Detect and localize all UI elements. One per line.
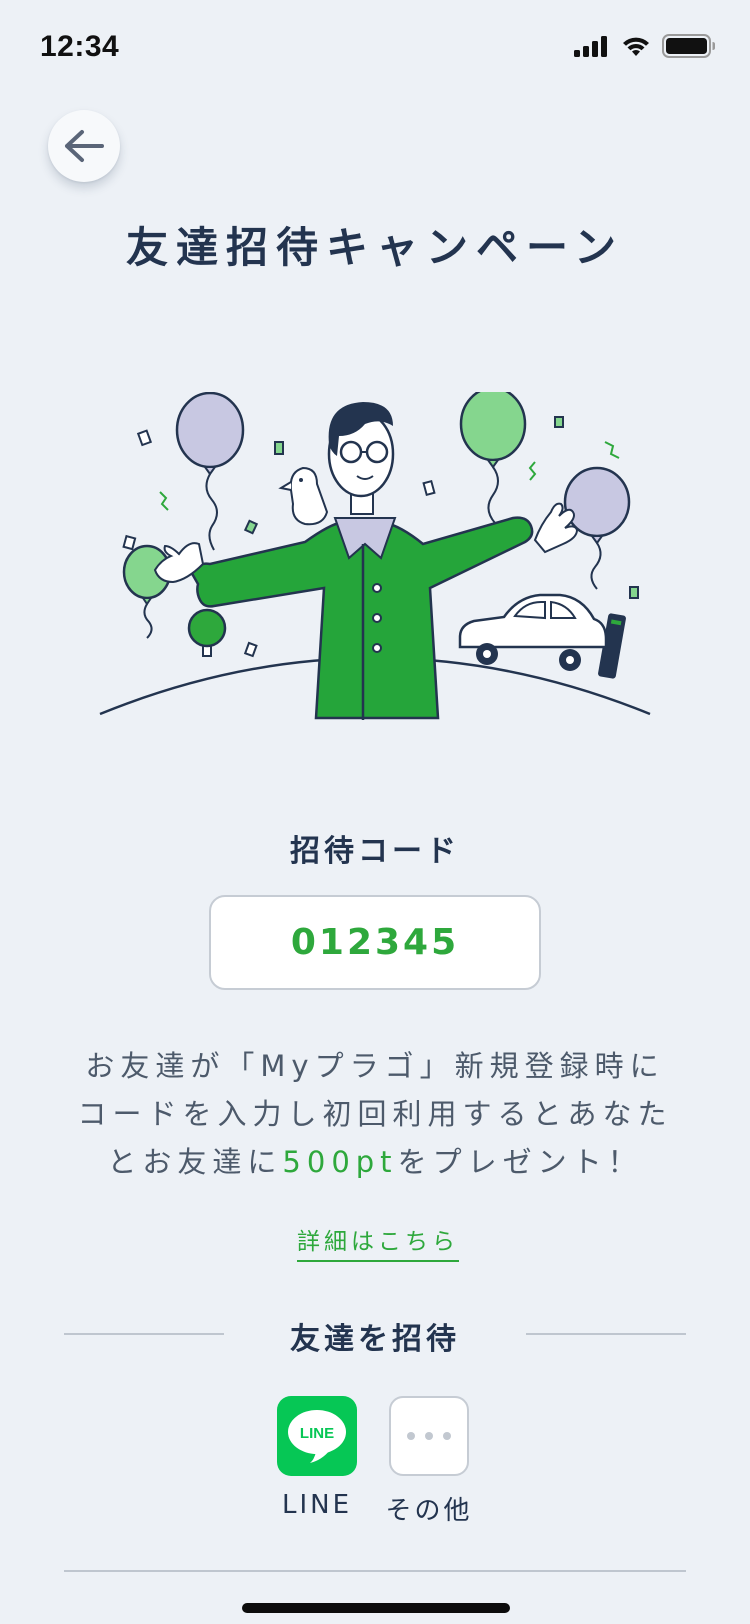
line-logo-icon: LINE [288, 1410, 346, 1463]
reward-points: 500pt [282, 1145, 398, 1179]
share-line-button[interactable]: LINE LINE [277, 1396, 357, 1527]
campaign-illustration [99, 392, 651, 720]
bottom-divider [64, 1570, 686, 1572]
invite-code-label: 招待コード [290, 834, 460, 869]
description-line-3-pre: とお友達に [107, 1145, 283, 1179]
page-title: 友達招待キャンペーン [126, 223, 624, 272]
invite-code-box[interactable]: 012345 [209, 895, 541, 990]
line-logo-text: LINE [300, 1425, 334, 1442]
status-time: 12:34 [40, 30, 120, 63]
wifi-icon [623, 37, 649, 56]
invite-code-value: 012345 [290, 922, 460, 963]
share-line-label: LINE [281, 1490, 353, 1520]
status-bar: 12:34 [0, 0, 750, 96]
heading-divider-right [526, 1333, 686, 1335]
back-button[interactable] [48, 110, 120, 182]
more-dots-icon [407, 1432, 451, 1440]
description-line-2: コードを入力し初回利用するとあなた [77, 1097, 673, 1131]
description-line-3-post: をプレゼント！ [397, 1145, 643, 1179]
arrow-left-icon [65, 130, 104, 162]
campaign-description: お友達が「Myプラゴ」新規登録時に コードを入力し初回利用するとあなた とお友達… [60, 1042, 690, 1186]
description-line-3: とお友達に500ptをプレゼント！ [60, 1138, 690, 1186]
share-options: LINE LINE その他 [277, 1396, 470, 1527]
details-link[interactable]: 詳細はこちら [297, 1222, 459, 1262]
description-line-1: お友達が「Myプラゴ」新規登録時に [85, 1049, 665, 1083]
status-icons [574, 34, 716, 58]
share-other-button[interactable]: その他 [386, 1396, 470, 1527]
battery-icon [662, 34, 715, 58]
share-other-label: その他 [385, 1496, 473, 1526]
more-options-icon-box[interactable] [389, 1396, 469, 1476]
invite-friends-heading: 友達を招待 [290, 1322, 460, 1357]
line-app-icon[interactable]: LINE [277, 1396, 357, 1476]
home-indicator[interactable] [242, 1603, 510, 1613]
cellular-signal-icon [574, 36, 607, 57]
